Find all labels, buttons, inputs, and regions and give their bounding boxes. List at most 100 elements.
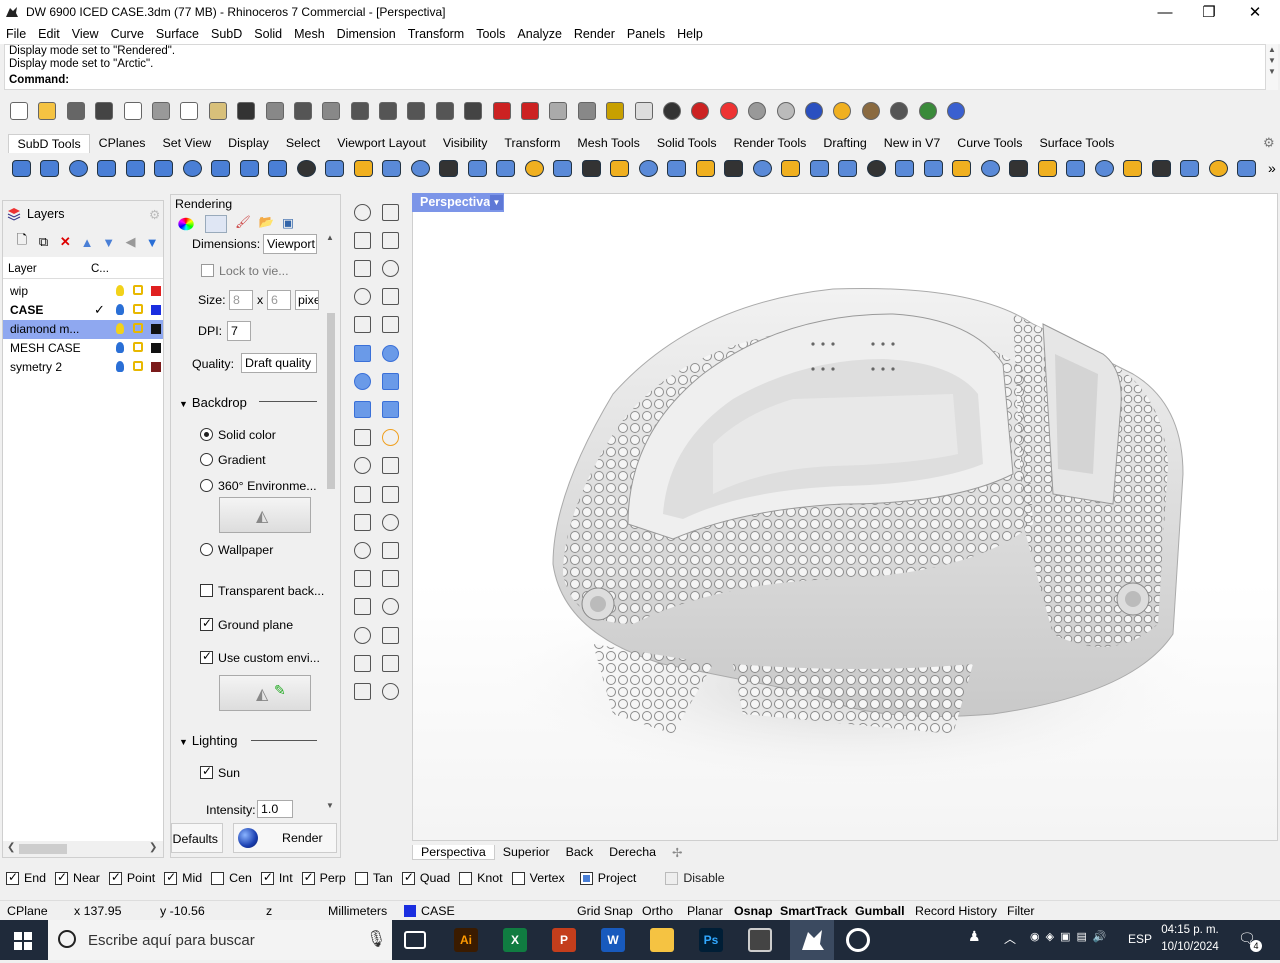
modeling-tool-icon[interactable] bbox=[350, 256, 374, 280]
taskbar-clock[interactable]: 04:15 p. m. 10/10/2024 bbox=[1154, 922, 1226, 956]
modeling-tool-icon[interactable] bbox=[378, 313, 402, 337]
modeling-tool-icon[interactable] bbox=[378, 538, 402, 562]
modeling-tool-icon[interactable] bbox=[350, 341, 374, 365]
modeling-tool-icon[interactable] bbox=[350, 538, 374, 562]
tab-derecha[interactable]: Derecha bbox=[601, 845, 664, 859]
tab-cplanes[interactable]: CPlanes bbox=[90, 134, 154, 153]
tab-solid-tools[interactable]: Solid Tools bbox=[648, 134, 725, 153]
color-wheel-icon[interactable] bbox=[178, 217, 194, 231]
toggle-ortho[interactable]: Ortho bbox=[642, 904, 673, 918]
wallpaper-radio[interactable]: Wallpaper bbox=[200, 543, 273, 557]
subd-tool-icon[interactable] bbox=[8, 155, 34, 181]
modeling-tool-icon[interactable] bbox=[378, 482, 402, 506]
layers-hscrollbar[interactable]: ❮ ❯ bbox=[3, 841, 163, 857]
taskbar-search[interactable]: Escribe aquí para buscar 🎙 bbox=[48, 920, 392, 960]
osnap-vertex[interactable]: Vertex bbox=[511, 871, 565, 885]
modeling-tool-icon[interactable] bbox=[350, 369, 374, 393]
subd-tool-icon[interactable] bbox=[1006, 155, 1032, 181]
undo-icon[interactable] bbox=[233, 98, 259, 124]
subd-tool-icon[interactable] bbox=[94, 155, 120, 181]
word-icon[interactable]: W bbox=[601, 928, 625, 952]
lock-icon[interactable] bbox=[133, 323, 143, 333]
units-label[interactable]: Millimeters bbox=[328, 904, 387, 918]
custom-env-thumbnail[interactable]: ◭ ✎ bbox=[219, 675, 311, 711]
osnap-near[interactable]: Near bbox=[55, 870, 100, 885]
subd-tool-icon[interactable] bbox=[920, 155, 946, 181]
cplane-label[interactable]: CPlane bbox=[7, 904, 48, 918]
zoom-icon[interactable] bbox=[318, 98, 344, 124]
modeling-tool-icon[interactable] bbox=[378, 454, 402, 478]
layer-row[interactable]: CASE ✓ bbox=[3, 301, 163, 320]
render-settings-icon[interactable] bbox=[205, 215, 227, 233]
render-button[interactable]: Render bbox=[233, 823, 337, 853]
dimensions-select[interactable]: Viewport bbox=[263, 234, 317, 254]
subd-tool-icon[interactable] bbox=[977, 155, 1003, 181]
tab-subd-tools[interactable]: SubD Tools bbox=[8, 134, 91, 153]
modeling-tool-icon[interactable] bbox=[378, 256, 402, 280]
modeling-tool-icon[interactable] bbox=[350, 228, 374, 252]
tray-app-icon[interactable]: ▣ bbox=[1060, 930, 1070, 943]
excel-icon[interactable]: X bbox=[503, 928, 527, 952]
subd-tool-icon[interactable] bbox=[578, 155, 604, 181]
layer-color-swatch[interactable] bbox=[151, 286, 161, 296]
modeling-tool-icon[interactable] bbox=[350, 426, 374, 450]
zoom-window-icon[interactable] bbox=[347, 98, 373, 124]
tab-back[interactable]: Back bbox=[558, 845, 602, 859]
grid-icon[interactable] bbox=[659, 98, 685, 124]
paint-icon[interactable]: 🖌 bbox=[235, 215, 251, 233]
lightbulb-icon[interactable] bbox=[602, 98, 628, 124]
move-out-icon[interactable]: ◀ bbox=[120, 231, 142, 253]
osnap-point[interactable]: Point bbox=[108, 870, 155, 885]
menu-view[interactable]: View bbox=[66, 27, 105, 41]
subd-tool-icon[interactable] bbox=[322, 155, 348, 181]
tab-render-tools[interactable]: Render Tools bbox=[725, 134, 815, 153]
tab-display[interactable]: Display bbox=[220, 134, 278, 153]
environment-thumbnail[interactable]: ◭ bbox=[219, 497, 311, 533]
rendering-scrollbar[interactable]: ▲ ▼ bbox=[325, 233, 337, 813]
layer-color-swatch[interactable] bbox=[151, 324, 161, 334]
subd-tool-icon[interactable] bbox=[436, 155, 462, 181]
size-height-input[interactable]: 6 bbox=[267, 290, 291, 310]
maximize-button[interactable]: ❐ bbox=[1186, 0, 1232, 24]
subd-tool-icon[interactable] bbox=[208, 155, 234, 181]
open-icon[interactable] bbox=[34, 98, 60, 124]
lightbulb-icon[interactable] bbox=[116, 342, 124, 353]
subd-tool-icon[interactable] bbox=[407, 155, 433, 181]
subd-tool-icon[interactable] bbox=[521, 155, 547, 181]
ground-plane-checkbox[interactable]: Ground plane bbox=[200, 616, 293, 632]
subd-tool-icon[interactable] bbox=[1205, 155, 1231, 181]
obs-icon[interactable] bbox=[846, 928, 870, 952]
lightbulb-icon[interactable] bbox=[116, 304, 124, 315]
network-icon[interactable]: ▤ bbox=[1076, 930, 1086, 943]
subd-tool-icon[interactable] bbox=[835, 155, 861, 181]
add-viewport-icon[interactable]: ✢ bbox=[664, 845, 690, 860]
menu-solid[interactable]: Solid bbox=[248, 27, 288, 41]
import-icon[interactable] bbox=[120, 98, 146, 124]
tab-mesh-tools[interactable]: Mesh Tools bbox=[569, 134, 648, 153]
layer-row[interactable]: symetry 2 bbox=[3, 358, 163, 377]
pan-icon[interactable] bbox=[262, 98, 288, 124]
image-icon[interactable]: ▣ bbox=[282, 215, 294, 233]
layer-color-swatch[interactable] bbox=[151, 362, 161, 372]
size-unit-select[interactable]: pixe bbox=[295, 290, 319, 310]
minimize-button[interactable]: — bbox=[1142, 0, 1188, 24]
toggle-planar[interactable]: Planar bbox=[687, 904, 723, 918]
subd-tool-icon[interactable] bbox=[1091, 155, 1117, 181]
subd-tool-icon[interactable] bbox=[293, 155, 319, 181]
column-current[interactable]: C... bbox=[91, 263, 109, 275]
modeling-tool-icon[interactable] bbox=[378, 567, 402, 591]
subd-tool-icon[interactable] bbox=[749, 155, 775, 181]
subd-tool-icon[interactable] bbox=[236, 155, 262, 181]
car-icon[interactable] bbox=[517, 98, 543, 124]
subd-tool-icon[interactable] bbox=[892, 155, 918, 181]
toggle-grid-snap[interactable]: Grid Snap bbox=[577, 904, 633, 918]
tab-set-view[interactable]: Set View bbox=[154, 134, 220, 153]
subd-tool-icon[interactable] bbox=[179, 155, 205, 181]
chevron-up-icon[interactable]: ︿ bbox=[1004, 930, 1016, 947]
menu-dimension[interactable]: Dimension bbox=[331, 27, 402, 41]
lock-icon[interactable] bbox=[133, 285, 143, 295]
osnap-cen[interactable]: Cen bbox=[211, 871, 252, 885]
grid-icon[interactable] bbox=[460, 98, 486, 124]
osnap-disable[interactable]: Disable bbox=[665, 871, 725, 885]
gear-icon[interactable] bbox=[858, 98, 884, 124]
